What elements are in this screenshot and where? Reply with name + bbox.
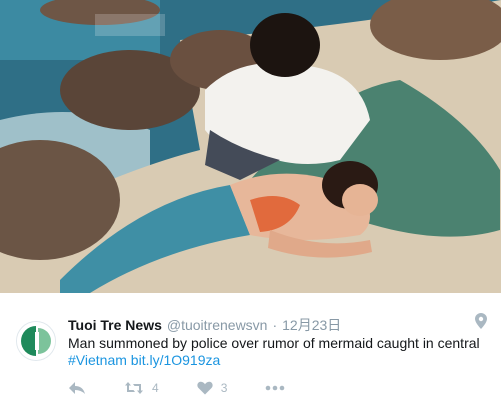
tweet-body: Man summoned by police over rumor of mer… xyxy=(68,335,480,351)
tweet-card: Tuoi Tre News @tuoitrenewsvn · 12月23日 Ma… xyxy=(0,293,501,412)
reply-button[interactable] xyxy=(68,381,86,395)
tweet-actions: 4 3 xyxy=(68,378,323,398)
hashtag-link[interactable]: #Vietnam xyxy=(68,352,127,368)
heart-icon xyxy=(197,381,213,395)
tweet-text: Man summoned by police over rumor of mer… xyxy=(68,335,498,369)
location-pin-icon[interactable] xyxy=(475,313,487,329)
tuoi-tre-logo-icon xyxy=(17,322,55,360)
separator: · xyxy=(272,317,278,333)
display-name[interactable]: Tuoi Tre News xyxy=(68,317,162,333)
handle[interactable]: @tuoitrenewsvn xyxy=(167,317,268,333)
like-count: 3 xyxy=(220,381,228,395)
url-link[interactable]: bit.ly/1O919za xyxy=(131,352,221,368)
avatar[interactable] xyxy=(16,321,56,361)
reply-icon xyxy=(69,382,85,394)
tweet-photo[interactable] xyxy=(0,0,501,293)
tweet-date[interactable]: 12月23日 xyxy=(282,315,341,335)
more-icon xyxy=(266,385,285,391)
retweet-button[interactable]: 4 xyxy=(124,381,159,395)
retweet-count: 4 xyxy=(152,381,159,395)
tweet-header: Tuoi Tre News @tuoitrenewsvn · 12月23日 xyxy=(68,315,471,335)
retweet-icon xyxy=(125,382,143,394)
more-button[interactable] xyxy=(265,385,285,391)
like-button[interactable]: 3 xyxy=(197,381,228,395)
